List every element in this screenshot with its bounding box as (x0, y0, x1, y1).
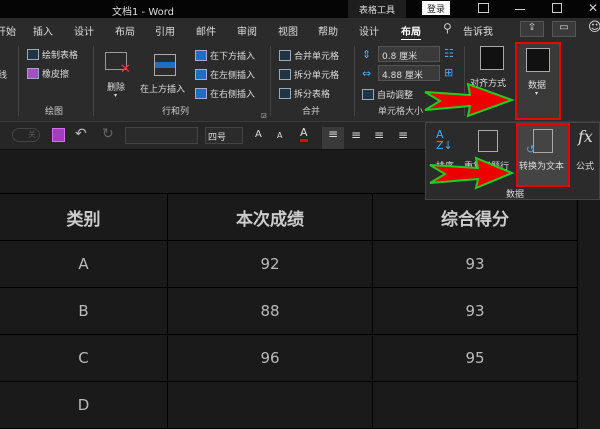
annotation-arrow-2 (429, 156, 515, 190)
annotation-arrows (424, 82, 515, 190)
annotation-arrow-1 (424, 82, 515, 118)
